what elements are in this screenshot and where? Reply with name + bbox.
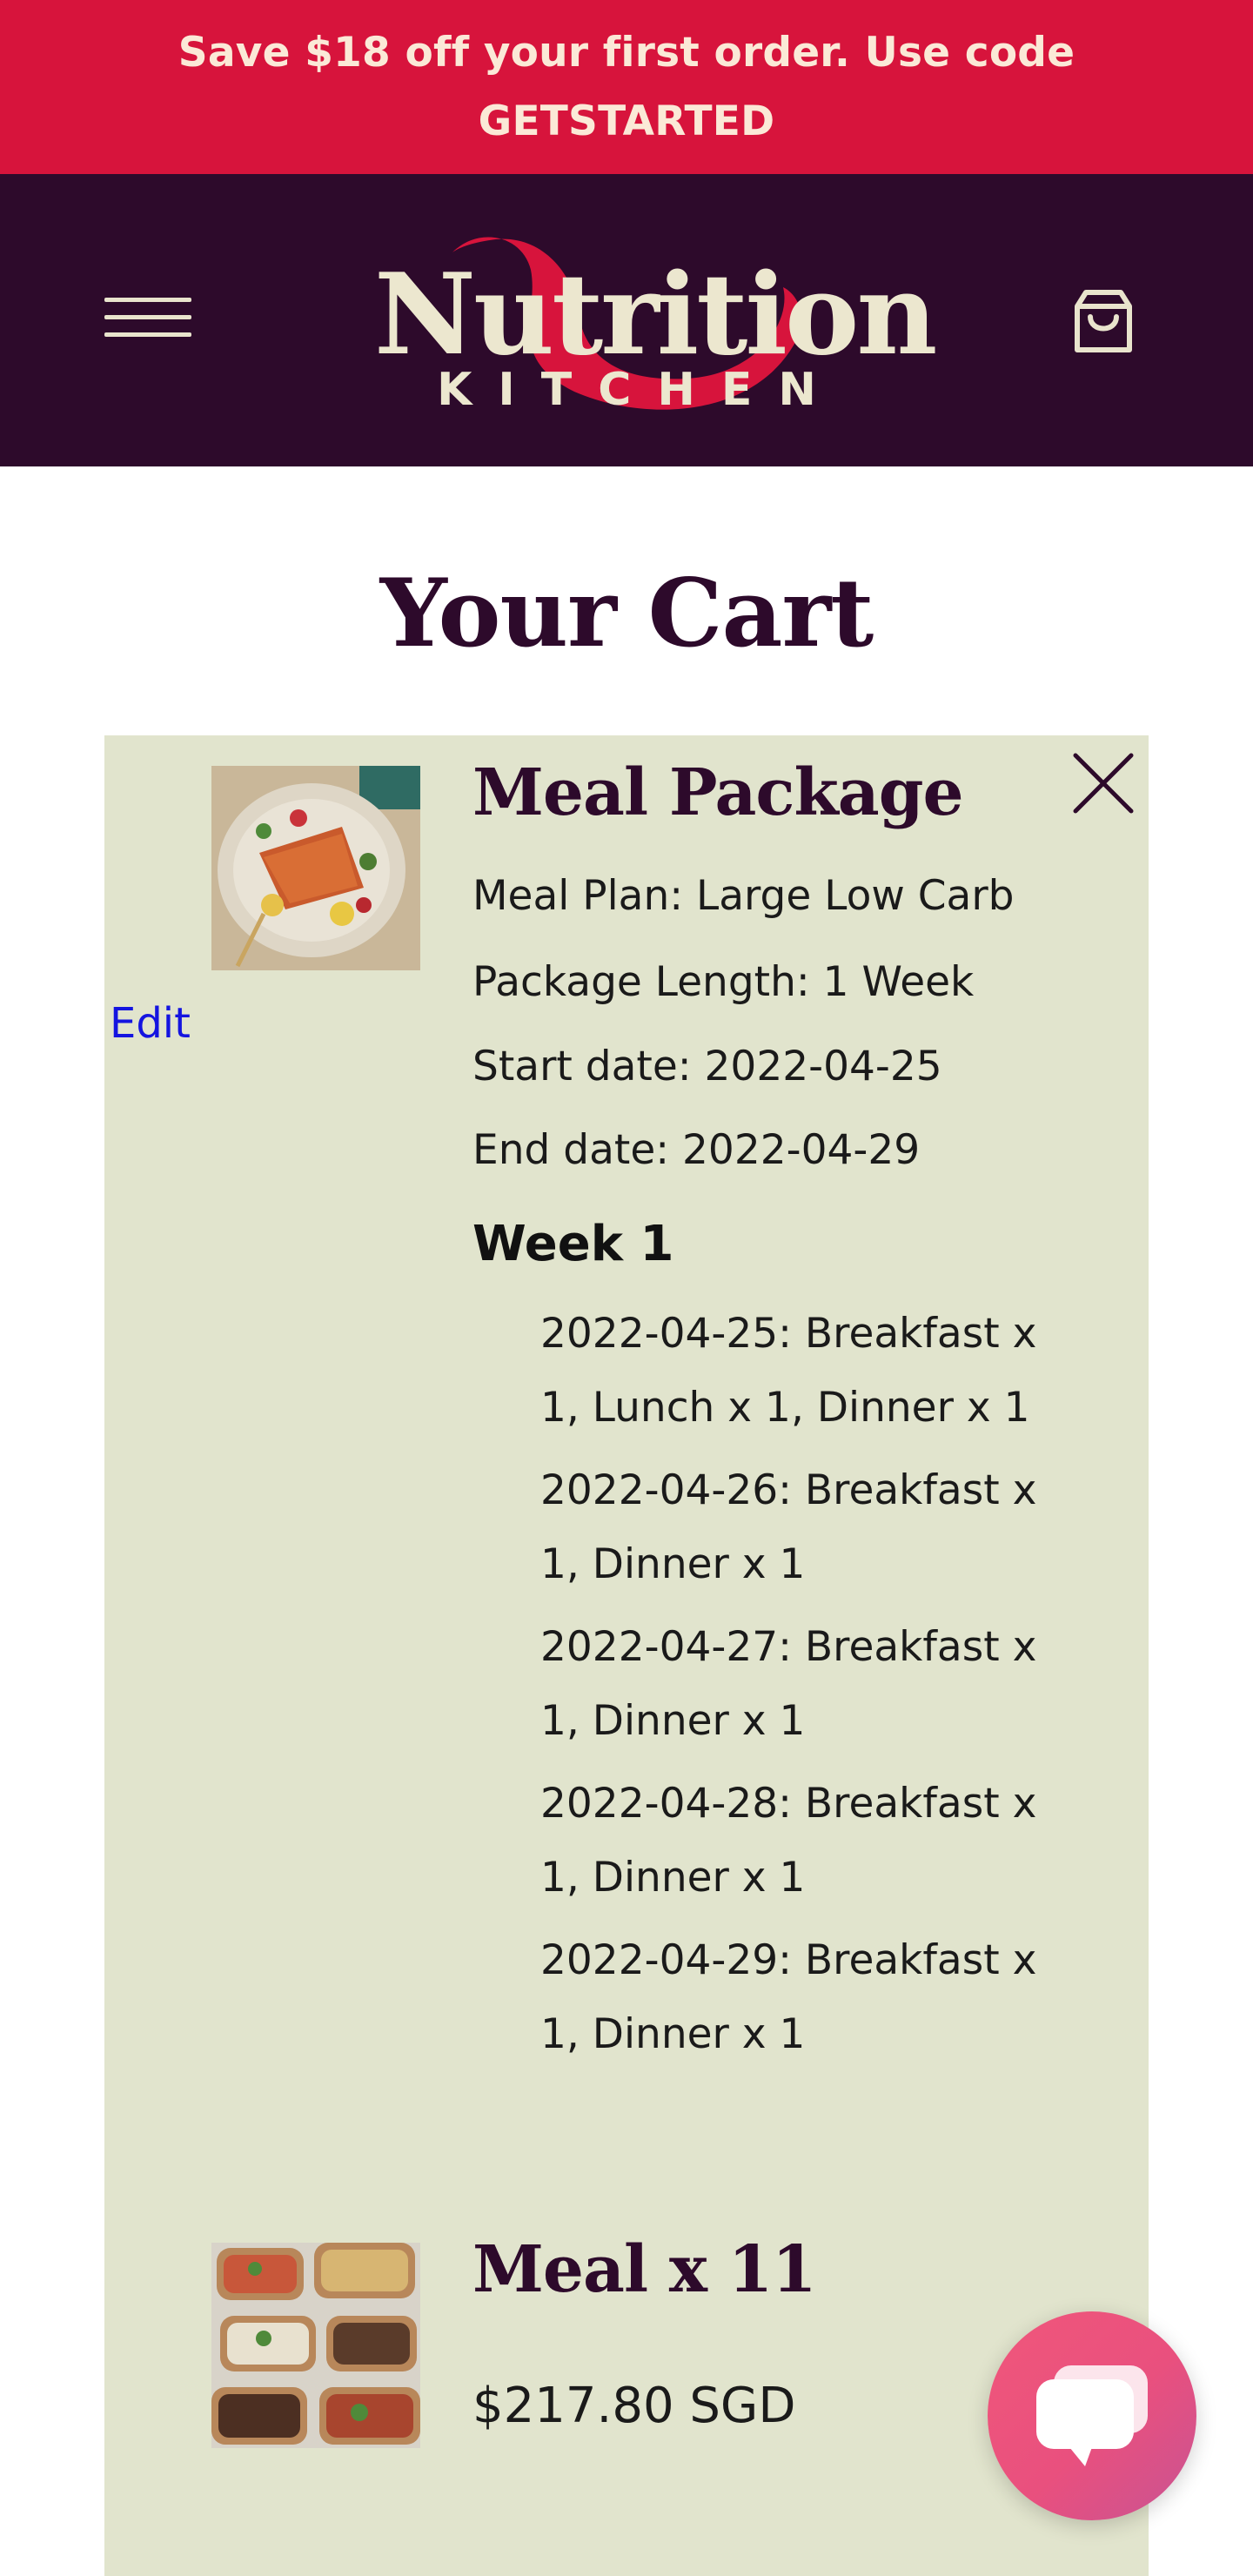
promo-text: Save $18 off your first order. Use code … — [178, 29, 1075, 145]
item-price: $217.80 SGD — [472, 2378, 796, 2434]
list-item: 2022-04-26: Breakfast x 1, Dinner x 1 — [540, 1466, 1037, 1588]
shopping-bag-icon[interactable] — [1069, 287, 1138, 357]
detail-package-length: Package Length: 1 Week — [472, 958, 975, 1006]
promo-banner: Save $18 off your first order. Use code … — [0, 0, 1253, 174]
edit-link[interactable]: Edit — [110, 999, 191, 1048]
list-item: 2022-04-29: Breakfast x 1, Dinner x 1 — [540, 1936, 1037, 2058]
list-item: 2022-04-28: Breakfast x 1, Dinner x 1 — [540, 1780, 1037, 1902]
detail-end-date: End date: 2022-04-29 — [472, 1126, 921, 1174]
chat-button[interactable] — [988, 2311, 1196, 2520]
logo-wordmark: Nutrition — [374, 250, 937, 380]
week-heading: Week 1 — [472, 1216, 674, 1272]
site-header: Nutrition KITCHEN — [0, 174, 1253, 466]
list-item: 2022-04-27: Breakfast x 1, Dinner x 1 — [540, 1623, 1037, 1745]
detail-start-date: Start date: 2022-04-25 — [472, 1043, 942, 1090]
chat-bubble-icon — [1036, 2365, 1148, 2466]
item-title-meals: Meal x 11 — [472, 2232, 817, 2307]
logo[interactable]: Nutrition KITCHEN — [374, 218, 937, 426]
hamburger-menu-icon[interactable] — [104, 298, 191, 341]
detail-meal-plan: Meal Plan: Large Low Carb — [472, 872, 1015, 920]
item-title-meal-package: Meal Package — [472, 755, 964, 830]
meals-image[interactable] — [211, 2243, 420, 2448]
close-icon[interactable] — [1072, 752, 1135, 815]
page-title: Your Cart — [379, 559, 874, 668]
day-schedule-list: 2022-04-25: Breakfast x 1, Lunch x 1, Di… — [540, 1297, 1062, 2080]
list-item: 2022-04-25: Breakfast x 1, Lunch x 1, Di… — [540, 1310, 1037, 1432]
meal-package-image[interactable] — [211, 766, 420, 970]
logo-subtitle: KITCHEN — [437, 364, 842, 416]
